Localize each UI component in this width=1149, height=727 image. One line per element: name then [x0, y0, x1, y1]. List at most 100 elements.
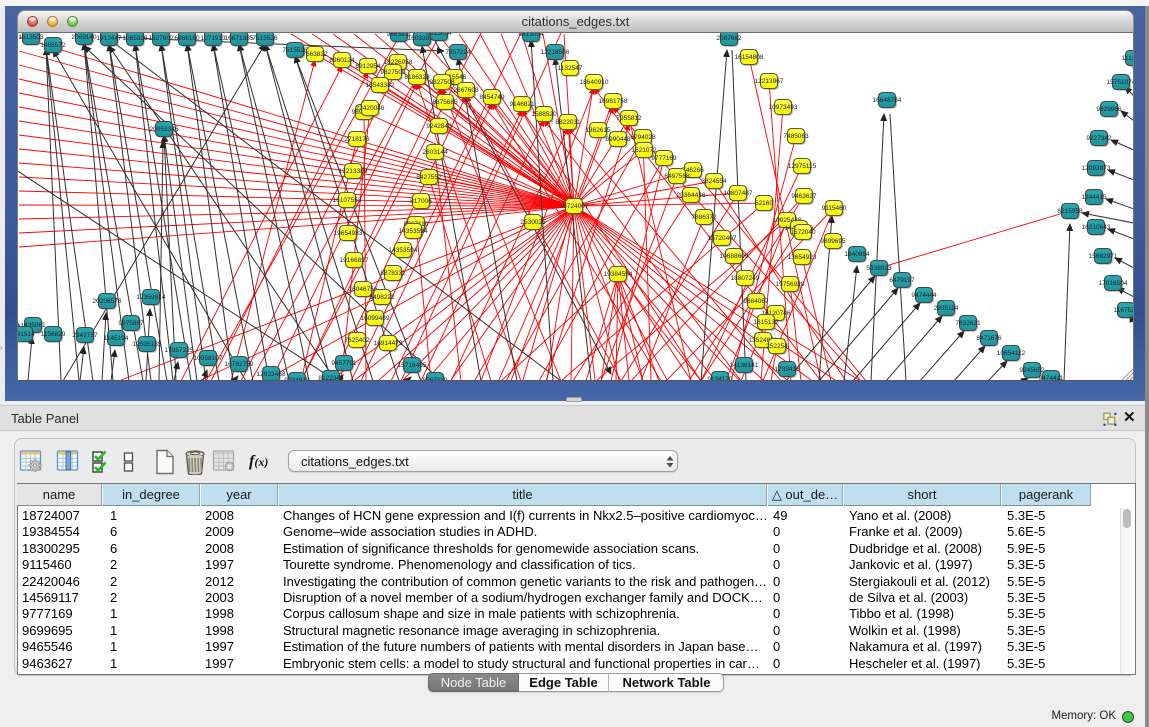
svg-text:1405572: 1405572: [40, 42, 66, 49]
svg-text:2069140: 2069140: [71, 34, 97, 41]
svg-text:1112504: 1112504: [1122, 55, 1134, 62]
svg-text:9463627: 9463627: [791, 193, 817, 200]
svg-text:6966160: 6966160: [174, 35, 200, 42]
svg-text:14136141: 14136141: [730, 362, 759, 369]
svg-text:1167533: 1167533: [1114, 307, 1134, 314]
svg-text:9457791: 9457791: [331, 360, 357, 367]
svg-text:8960124: 8960124: [329, 57, 355, 64]
svg-text:9899695: 9899695: [820, 238, 846, 245]
svg-text:1912447: 1912447: [96, 35, 122, 42]
svg-text:8454749: 8454749: [479, 94, 505, 101]
svg-text:8990448: 8990448: [605, 136, 631, 143]
svg-text:12975115: 12975115: [788, 163, 817, 170]
svg-text:16107553: 16107553: [333, 197, 362, 204]
svg-text:1362615: 1362615: [585, 127, 611, 134]
svg-text:2942757: 2942757: [72, 332, 98, 339]
svg-text:16099489: 16099489: [361, 315, 390, 322]
svg-text:17359914: 17359914: [137, 294, 166, 301]
svg-text:2667608: 2667608: [453, 87, 479, 94]
svg-text:19166827: 19166827: [340, 257, 369, 264]
svg-text:10973493: 10973493: [769, 104, 798, 111]
svg-text:22420046: 22420046: [356, 105, 385, 112]
svg-text:18724007: 18724007: [560, 203, 589, 210]
svg-text:12093873: 12093873: [1082, 165, 1111, 172]
svg-text:7632621: 7632621: [955, 320, 981, 327]
svg-text:15720407: 15720407: [708, 235, 737, 242]
svg-text:8875685: 8875685: [432, 99, 458, 106]
svg-text:62160: 62160: [755, 200, 773, 207]
svg-text:20364436: 20364436: [677, 192, 706, 199]
svg-text:7515526: 7515526: [252, 35, 278, 42]
svg-text:8471676: 8471676: [976, 335, 1002, 342]
svg-text:7485063: 7485063: [783, 133, 809, 140]
svg-text:391514: 391514: [18, 331, 35, 338]
svg-text:9234618: 9234618: [284, 377, 310, 381]
svg-text:18807249: 18807249: [731, 275, 760, 282]
svg-text:9115460: 9115460: [822, 205, 847, 212]
svg-text:12505135: 12505135: [133, 341, 162, 348]
svg-text:9146821: 9146821: [509, 101, 535, 108]
svg-text:5938923: 5938923: [866, 265, 892, 272]
svg-text:19654983: 19654983: [334, 230, 363, 237]
svg-text:7625402: 7625402: [344, 337, 370, 344]
svg-text:9884067: 9884067: [743, 298, 769, 305]
svg-text:14353594: 14353594: [399, 228, 428, 235]
svg-text:9777169: 9777169: [651, 155, 677, 162]
svg-text:10958107: 10958107: [194, 355, 223, 362]
svg-text:16914479: 16914479: [374, 340, 403, 347]
svg-text:9242848: 9242848: [426, 123, 452, 130]
svg-text:1156829: 1156829: [41, 331, 66, 338]
svg-text:1132547: 1132547: [558, 65, 583, 72]
svg-text:1244415: 1244415: [1081, 194, 1107, 201]
svg-text:8122345: 8122345: [318, 375, 344, 381]
svg-text:16671385: 16671385: [225, 35, 254, 42]
svg-text:9827503: 9827503: [380, 69, 406, 76]
svg-text:10688609: 10688609: [720, 253, 749, 260]
svg-text:8813054: 8813054: [426, 33, 452, 37]
svg-text:9329966: 9329966: [1096, 106, 1122, 113]
svg-text:9975867: 9975867: [118, 320, 144, 327]
svg-text:1065326: 1065326: [122, 35, 148, 42]
svg-text:14353594: 14353594: [389, 247, 418, 254]
svg-text:8813054: 8813054: [518, 33, 544, 38]
svg-text:19756928: 19756928: [776, 281, 805, 288]
svg-text:2935114: 2935114: [934, 305, 959, 312]
svg-text:9327508: 9327508: [429, 79, 455, 86]
svg-text:9474411: 9474411: [1039, 375, 1064, 381]
svg-text:16210643: 16210643: [1082, 224, 1111, 231]
svg-text:2718176: 2718176: [344, 136, 370, 143]
svg-text:1572040: 1572040: [790, 229, 816, 236]
svg-text:17957225: 17957225: [165, 347, 194, 354]
svg-text:7663822: 7663822: [302, 51, 328, 58]
svg-text:8912954: 8912954: [355, 63, 381, 70]
svg-text:1588520: 1588520: [531, 111, 557, 118]
svg-text:12218506: 12218506: [541, 49, 570, 56]
svg-text:1527602: 1527602: [148, 35, 174, 42]
svg-text:9245652: 9245652: [1019, 367, 1045, 374]
svg-text:20206576: 20206576: [93, 298, 122, 305]
svg-text:13654923: 13654923: [788, 254, 817, 261]
svg-text:7955812: 7955812: [616, 115, 642, 122]
svg-text:12213967: 12213967: [755, 78, 784, 85]
svg-text:16961758: 16961758: [599, 98, 628, 105]
svg-text:8878332: 8878332: [380, 270, 406, 277]
svg-text:7357224: 7357224: [445, 49, 471, 56]
svg-text:9498222: 9498222: [369, 294, 395, 301]
svg-text:8822031: 8822031: [555, 119, 581, 126]
svg-text:6794028: 6794028: [630, 134, 656, 141]
svg-text:9474444: 9474444: [911, 292, 937, 299]
svg-text:8267110: 8267110: [423, 377, 448, 381]
svg-text:18640910: 18640910: [580, 79, 609, 86]
svg-text:1615132: 1615132: [753, 319, 779, 326]
svg-text:6479197: 6479197: [889, 277, 915, 284]
svg-text:16543382: 16543382: [366, 82, 395, 89]
svg-text:12923468: 12923468: [257, 371, 286, 378]
svg-text:1733426: 1733426: [774, 366, 800, 373]
svg-text:2087682: 2087682: [716, 35, 742, 42]
svg-text:817006: 817006: [410, 198, 432, 205]
svg-text:10654112: 10654112: [997, 350, 1026, 357]
svg-text:2603144: 2603144: [422, 149, 448, 156]
svg-text:15716485: 15716485: [398, 362, 427, 369]
svg-text:8186328: 8186328: [404, 74, 430, 81]
svg-text:9134170: 9134170: [707, 376, 733, 381]
